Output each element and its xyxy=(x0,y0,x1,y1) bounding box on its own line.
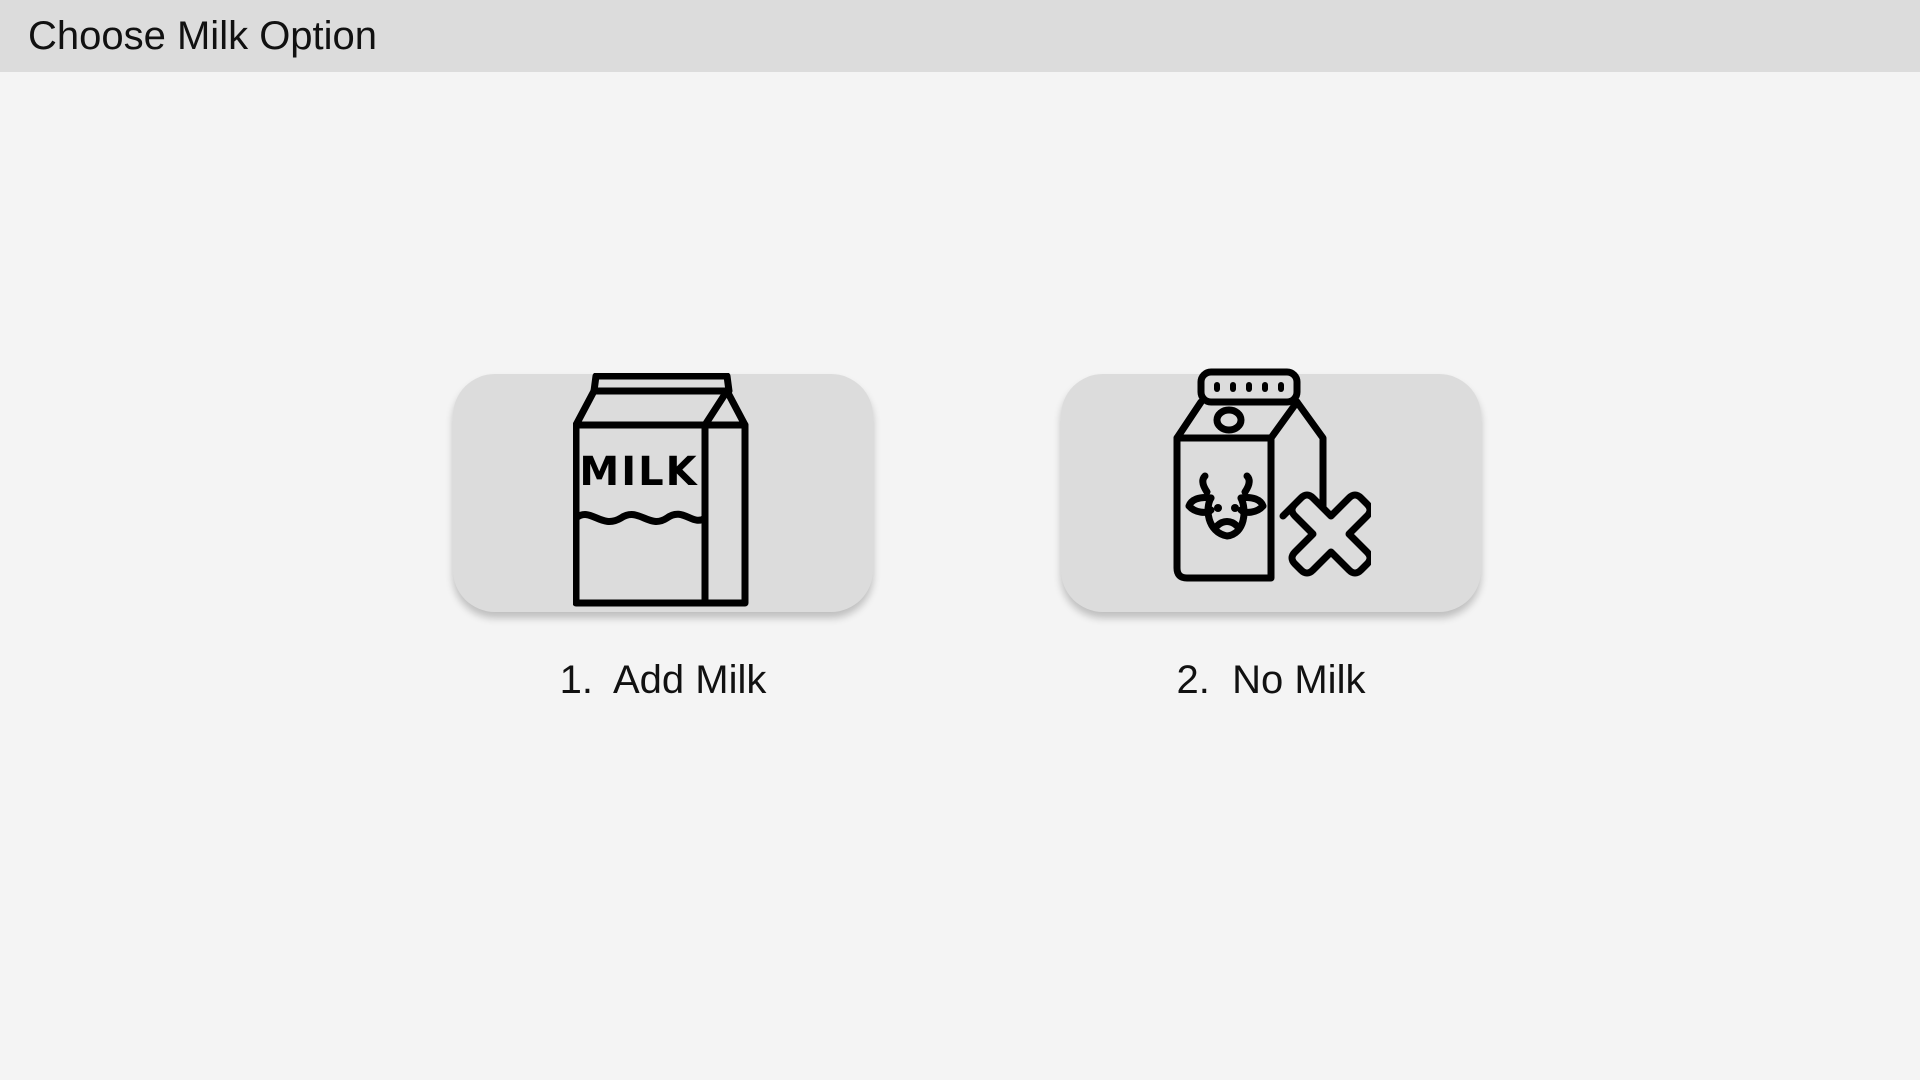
milk-icon-text: MILK xyxy=(579,449,698,495)
option-add-milk: MILK 1. Add Milk xyxy=(453,373,873,703)
add-milk-button[interactable]: MILK xyxy=(453,373,873,612)
milk-carton-icon: MILK xyxy=(573,373,749,607)
add-milk-label: 1. Add Milk xyxy=(559,658,767,702)
option-no-milk: 2. No Milk xyxy=(1061,368,1481,703)
title-bar: Choose Milk Option xyxy=(0,0,1920,72)
page-title: Choose Milk Option xyxy=(28,13,378,58)
no-milk-icon xyxy=(1173,368,1371,582)
no-milk-label: 2. No Milk xyxy=(1176,658,1366,702)
no-milk-button[interactable] xyxy=(1061,368,1481,612)
